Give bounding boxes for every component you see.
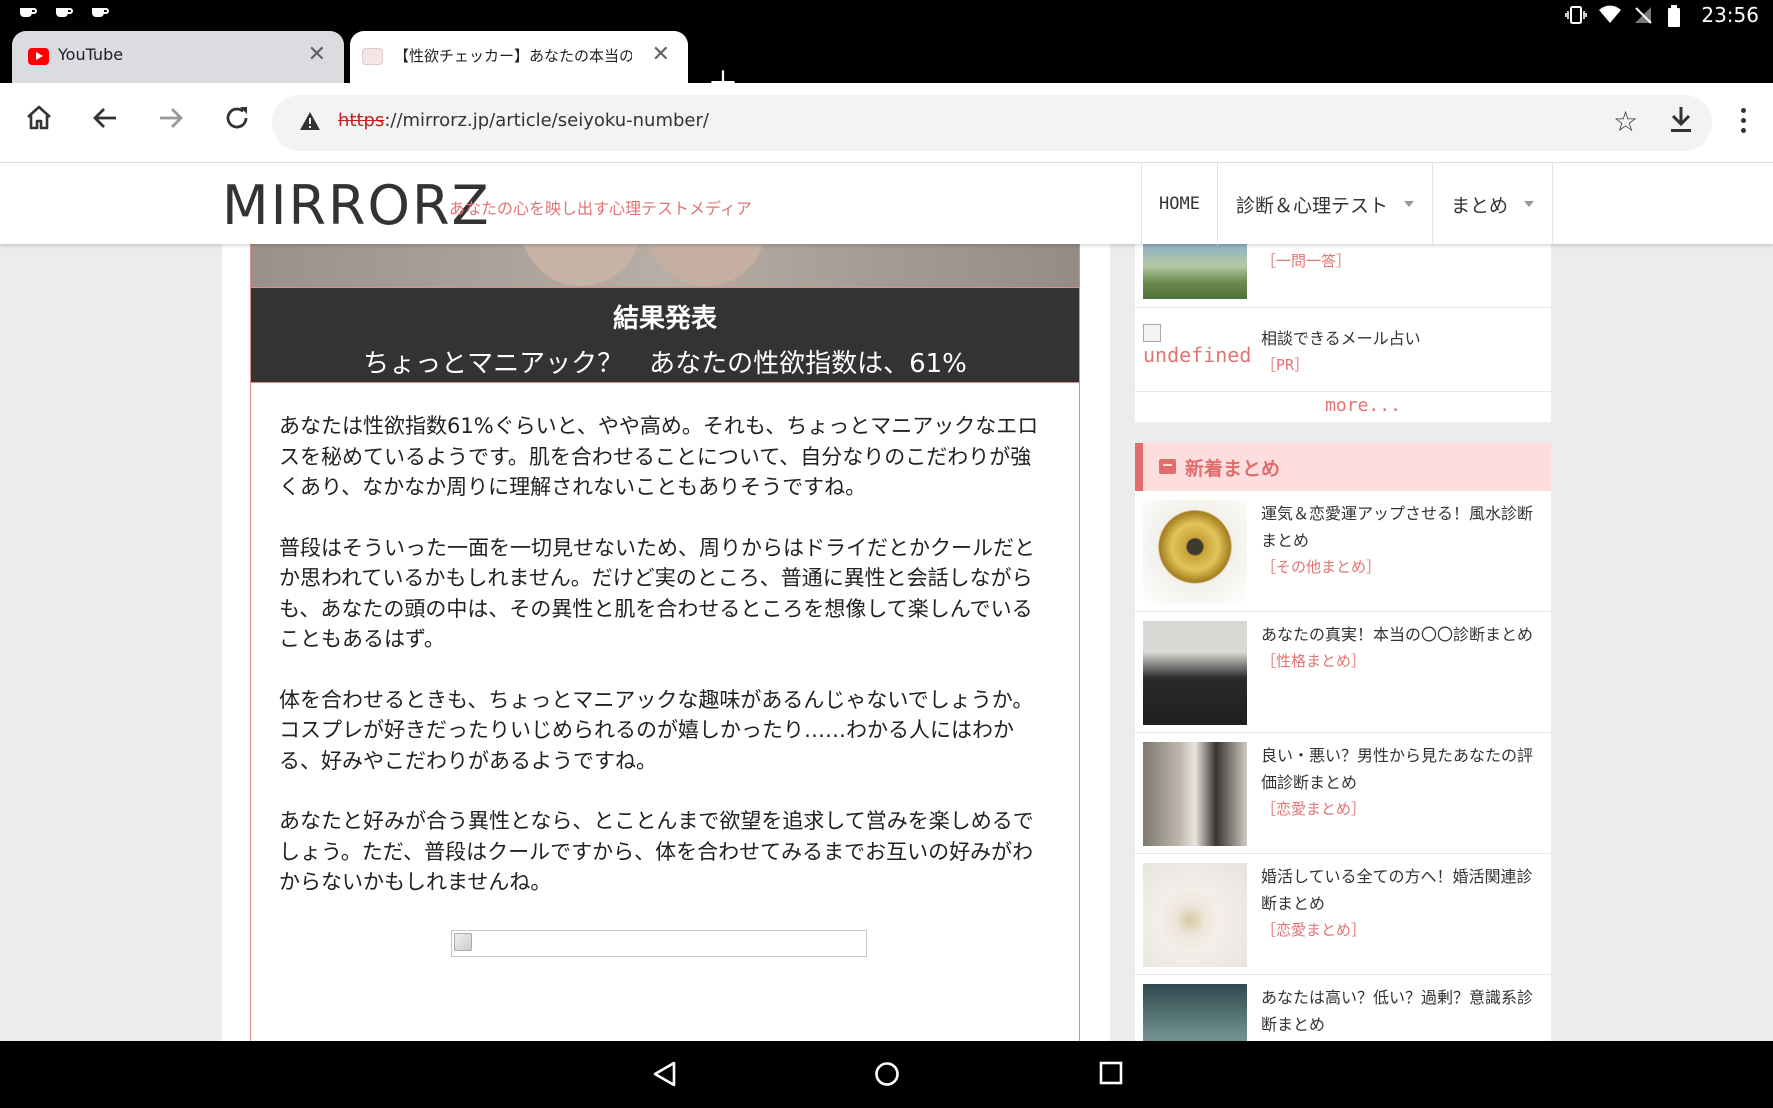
url-scheme: https bbox=[338, 110, 385, 131]
category-label: ［性格まとめ］ bbox=[1261, 652, 1367, 670]
box-icon bbox=[1159, 459, 1176, 474]
paragraph: あなたと好みが合う異性となら、とことんまで欲望を追求して営みを楽しめるでしょう。… bbox=[279, 809, 1034, 894]
list-item[interactable]: 良い・悪い？男性から見たあなたの評価診断まとめ ［恋愛まとめ］ bbox=[1135, 733, 1551, 854]
nav-recents-icon[interactable] bbox=[1099, 1061, 1123, 1089]
wifi-icon bbox=[1599, 5, 1622, 25]
item-title: 良い・悪い？男性から見たあなたの評価診断まとめ ［恋愛まとめ］ bbox=[1261, 742, 1543, 823]
android-nav-bar bbox=[0, 1041, 1773, 1108]
vibrate-icon bbox=[1565, 5, 1588, 25]
youtube-favicon-icon bbox=[28, 48, 49, 65]
item-title-text: 良い・悪い？男性から見たあなたの評価診断まとめ bbox=[1261, 746, 1534, 792]
tab-youtube[interactable]: YouTube ✕ bbox=[12, 31, 344, 83]
paragraph: あなたは性欲指数61%ぐらいと、やや高め。それも、ちょっとマニアックなエロスを秘… bbox=[279, 414, 1039, 499]
tab-title: 【性欲チェッカー】あなたの本当の bbox=[394, 47, 632, 65]
item-title: あなたの真実！本当の〇〇診断まとめ ［性格まとめ］ bbox=[1261, 621, 1543, 675]
list-item[interactable]: 運気＆恋愛運アップさせる！風水診断まとめ ［その他まとめ］ bbox=[1135, 491, 1551, 612]
battery-icon bbox=[1667, 5, 1687, 27]
nav-label: 診断＆心理テスト bbox=[1235, 194, 1388, 217]
status-bar: 23:56 bbox=[0, 0, 1773, 29]
bookmark-star-icon[interactable]: ☆ bbox=[1613, 103, 1638, 141]
result-heading: 結果発表 bbox=[612, 304, 717, 334]
more-menu-icon[interactable] bbox=[1738, 103, 1748, 141]
forward-arrow-icon[interactable] bbox=[152, 103, 190, 141]
category-label: ［恋愛まとめ］ bbox=[1261, 800, 1367, 818]
nav-label: HOME bbox=[1159, 194, 1200, 214]
section-title: 新着まとめ bbox=[1185, 458, 1281, 480]
item-title-text: あなたは高い？低い？過剰？意識系診断まとめ bbox=[1261, 988, 1534, 1034]
tab-strip: YouTube ✕ 【性欲チェッカー】あなたの本当の ✕ ＋ bbox=[0, 29, 1773, 99]
no-signal-icon bbox=[1633, 5, 1653, 25]
close-tab-icon[interactable]: ✕ bbox=[652, 43, 670, 67]
result-subheading: ちょっとマニアック？ あなたの性欲指数は、61% bbox=[363, 349, 967, 379]
download-icon[interactable] bbox=[1666, 101, 1696, 143]
category-label: ［恋愛まとめ］ bbox=[1261, 921, 1367, 939]
list-item[interactable]: undefined 相談できるメール占い ［PR］ bbox=[1135, 308, 1551, 392]
paragraph: 普段はそういった一面を一切見せないため、周りからはドライだとかクールだとか思われ… bbox=[279, 535, 1035, 652]
url-rest: ://mirrorz.jp/article/seiyoku-number/ bbox=[384, 110, 709, 131]
thumbnail bbox=[1143, 244, 1247, 299]
warning-icon[interactable] bbox=[298, 109, 322, 133]
nav-matome[interactable]: まとめ bbox=[1431, 163, 1553, 245]
notification-icons bbox=[18, 4, 112, 22]
nav-back-icon[interactable] bbox=[652, 1061, 676, 1091]
item-title: 運気＆恋愛運アップさせる！風水診断まとめ ［その他まとめ］ bbox=[1261, 500, 1543, 581]
thumbnail bbox=[1143, 863, 1247, 967]
caret-down-icon bbox=[1403, 201, 1414, 207]
result-box: 結果発表 ちょっとマニアック？ あなたの性欲指数は、61% bbox=[251, 287, 1079, 383]
article-body: あなたは性欲指数61%ぐらいと、やや高め。それも、ちょっとマニアックなエロスを秘… bbox=[279, 411, 1049, 928]
item-title: あなたは高い？低い？過剰？意識系診断まとめ bbox=[1261, 984, 1543, 1038]
item-title-text: 相談できるメール占い bbox=[1261, 329, 1421, 348]
coffee-icon bbox=[54, 4, 76, 22]
item-title-text: 婚活している全ての方へ！婚活関連診断まとめ bbox=[1261, 867, 1533, 913]
list-item[interactable]: 婚活している全ての方へ！婚活関連診断まとめ ［恋愛まとめ］ bbox=[1135, 854, 1551, 975]
caret-down-icon bbox=[1523, 201, 1534, 207]
clock: 23:56 bbox=[1701, 3, 1759, 27]
address-bar[interactable]: https://mirrorz.jp/article/seiyoku-numbe… bbox=[272, 95, 1712, 151]
category-label: ［その他まとめ］ bbox=[1261, 558, 1382, 576]
site-header: MIRRORZ あなたの心を映し出す心理テストメディア HOME 診断＆心理テス… bbox=[0, 162, 1773, 245]
article-photo bbox=[251, 244, 1079, 287]
thumbnail bbox=[1143, 500, 1247, 604]
url-text: https://mirrorz.jp/article/seiyoku-numbe… bbox=[338, 110, 709, 131]
nav-home[interactable]: HOME bbox=[1141, 163, 1217, 245]
home-icon[interactable] bbox=[20, 103, 58, 141]
item-title-text: あなたの真実！本当の〇〇診断まとめ bbox=[1261, 625, 1534, 644]
item-title-text: 運気＆恋愛運アップさせる！風水診断まとめ bbox=[1261, 504, 1534, 550]
nav-label: まとめ bbox=[1450, 194, 1508, 217]
category-label: ［一問一答］ bbox=[1261, 252, 1352, 270]
back-arrow-icon[interactable] bbox=[86, 103, 124, 141]
broken-image: undefined bbox=[1143, 324, 1251, 366]
item-title: 婚活している全ての方へ！婚活関連診断まとめ ［恋愛まとめ］ bbox=[1261, 863, 1543, 944]
list-item[interactable]: あなたは高い？低い？過剰？意識系診断まとめ bbox=[1135, 975, 1551, 1041]
site-favicon-icon bbox=[362, 48, 383, 65]
page-content: 結果発表 ちょっとマニアック？ あなたの性欲指数は、61% あなたは性欲指数61… bbox=[0, 244, 1773, 1041]
thumbnail bbox=[1143, 984, 1247, 1041]
browser-toolbar: https://mirrorz.jp/article/seiyoku-numbe… bbox=[0, 83, 1773, 162]
list-item[interactable]: ［一問一答］ bbox=[1135, 244, 1551, 308]
reload-icon[interactable] bbox=[218, 103, 256, 141]
tab-active[interactable]: 【性欲チェッカー】あなたの本当の ✕ bbox=[350, 31, 688, 83]
coffee-icon bbox=[90, 4, 112, 22]
site-tagline: あなたの心を映し出す心理テストメディア bbox=[449, 199, 752, 218]
thumbnail bbox=[1143, 621, 1247, 725]
paragraph: 体を合わせるときも、ちょっとマニアックな趣味があるんじゃないでしょうか。コスプレ… bbox=[279, 687, 1034, 773]
coffee-icon bbox=[18, 4, 40, 22]
article: 結果発表 ちょっとマニアック？ あなたの性欲指数は、61% あなたは性欲指数61… bbox=[250, 244, 1080, 1041]
category-label: ［PR］ bbox=[1261, 356, 1310, 374]
section-header: 新着まとめ bbox=[1135, 443, 1551, 491]
broken-image bbox=[451, 930, 867, 957]
more-link[interactable]: more... bbox=[1135, 392, 1551, 422]
list-item[interactable]: あなたの真実！本当の〇〇診断まとめ ［性格まとめ］ bbox=[1135, 612, 1551, 733]
site-nav: HOME 診断＆心理テスト まとめ bbox=[1141, 163, 1553, 245]
nav-shindan[interactable]: 診断＆心理テスト bbox=[1216, 163, 1432, 245]
new-matome-list: 運気＆恋愛運アップさせる！風水診断まとめ ［その他まとめ］ あなたの真実！本当の… bbox=[1135, 491, 1551, 1041]
thumbnail bbox=[1143, 742, 1247, 846]
sidebar: ［一問一答］ undefined 相談できるメール占い ［PR］ more...… bbox=[1135, 244, 1551, 1041]
nav-home-icon[interactable] bbox=[874, 1061, 900, 1091]
tab-title: YouTube bbox=[58, 45, 124, 64]
item-title: 相談できるメール占い ［PR］ bbox=[1261, 325, 1543, 379]
close-tab-icon[interactable]: ✕ bbox=[308, 43, 326, 67]
